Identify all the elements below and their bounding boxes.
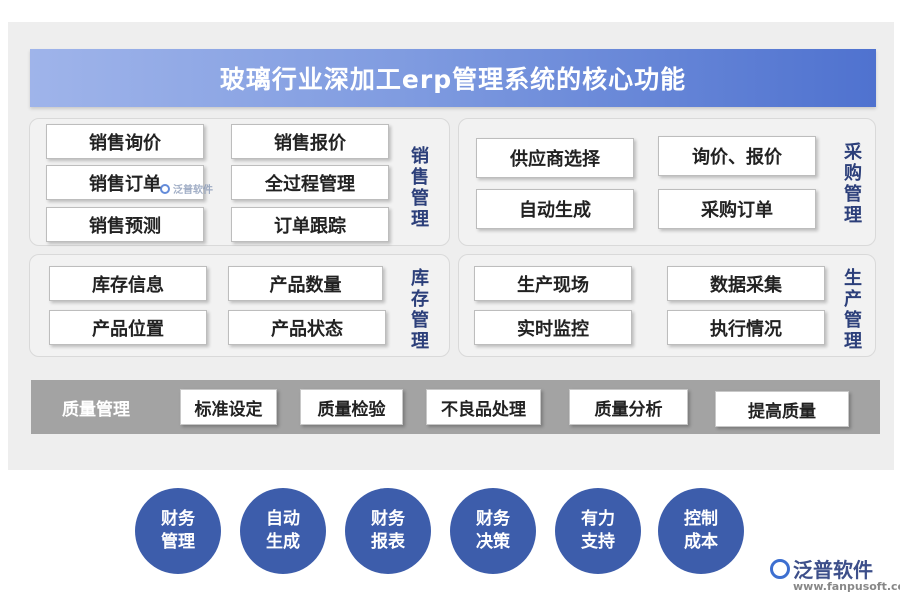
production-item: 实时监控 [474, 310, 632, 345]
purchase-item: 询价、报价 [658, 136, 816, 176]
circle-line: 决策 [476, 532, 510, 552]
circle-line: 支持 [581, 532, 615, 552]
purchase-item: 供应商选择 [476, 138, 634, 178]
watermark-small: 泛普软件 [160, 181, 213, 196]
inventory-item: 产品状态 [228, 310, 386, 345]
quality-item: 质量检验 [300, 389, 403, 425]
diagram-title: 玻璃行业深加工erp管理系统的核心功能 [30, 49, 876, 107]
quality-label: 质量管理 [62, 399, 130, 420]
circle-line: 控制 [684, 509, 718, 529]
brand-logo-icon [160, 183, 170, 194]
inventory-item: 产品数量 [228, 266, 383, 301]
sales-label: 销售管理 [411, 146, 429, 230]
sales-item: 全过程管理 [231, 165, 389, 200]
circle-line: 财务 [371, 509, 405, 529]
brand-watermark: 泛普软件 [770, 554, 873, 583]
brand-logo-icon [770, 558, 790, 579]
circle-line: 有力 [581, 509, 615, 529]
sales-item: 销售预测 [46, 207, 204, 242]
circle-line: 自动 [266, 509, 300, 529]
finance-circle: 财务 管理 [135, 488, 221, 574]
inventory-item: 库存信息 [49, 266, 207, 301]
sales-item: 订单跟踪 [231, 207, 389, 242]
production-item: 数据采集 [667, 266, 825, 301]
sales-item: 销售报价 [231, 124, 389, 159]
production-item: 生产现场 [474, 266, 632, 301]
purchase-label: 采购管理 [844, 142, 862, 226]
production-item: 执行情况 [667, 310, 825, 345]
purchase-item: 自动生成 [476, 189, 634, 229]
inventory-item: 产品位置 [49, 310, 207, 345]
production-label: 生产管理 [844, 268, 862, 352]
circle-line: 报表 [371, 532, 405, 552]
finance-circle: 自动 生成 [240, 488, 326, 574]
quality-item: 不良品处理 [426, 389, 541, 425]
brand-url: www.fanpusoft.com [793, 580, 900, 593]
finance-circle: 财务 决策 [450, 488, 536, 574]
finance-circle: 有力 支持 [555, 488, 641, 574]
quality-item: 质量分析 [569, 389, 688, 425]
circle-line: 财务 [476, 509, 510, 529]
quality-item: 标准设定 [180, 389, 277, 425]
brand-name: 泛普软件 [793, 558, 873, 582]
inventory-label: 库存管理 [411, 268, 429, 352]
circle-line: 生成 [266, 532, 300, 552]
finance-circle: 控制 成本 [658, 488, 744, 574]
circle-line: 财务 [161, 509, 195, 529]
circle-line: 管理 [161, 532, 195, 552]
purchase-item: 采购订单 [658, 189, 816, 229]
watermark-text: 泛普软件 [173, 185, 213, 196]
circle-line: 成本 [684, 532, 718, 552]
finance-circle: 财务 报表 [345, 488, 431, 574]
sales-item: 销售询价 [46, 124, 204, 159]
quality-item: 提高质量 [715, 391, 849, 427]
